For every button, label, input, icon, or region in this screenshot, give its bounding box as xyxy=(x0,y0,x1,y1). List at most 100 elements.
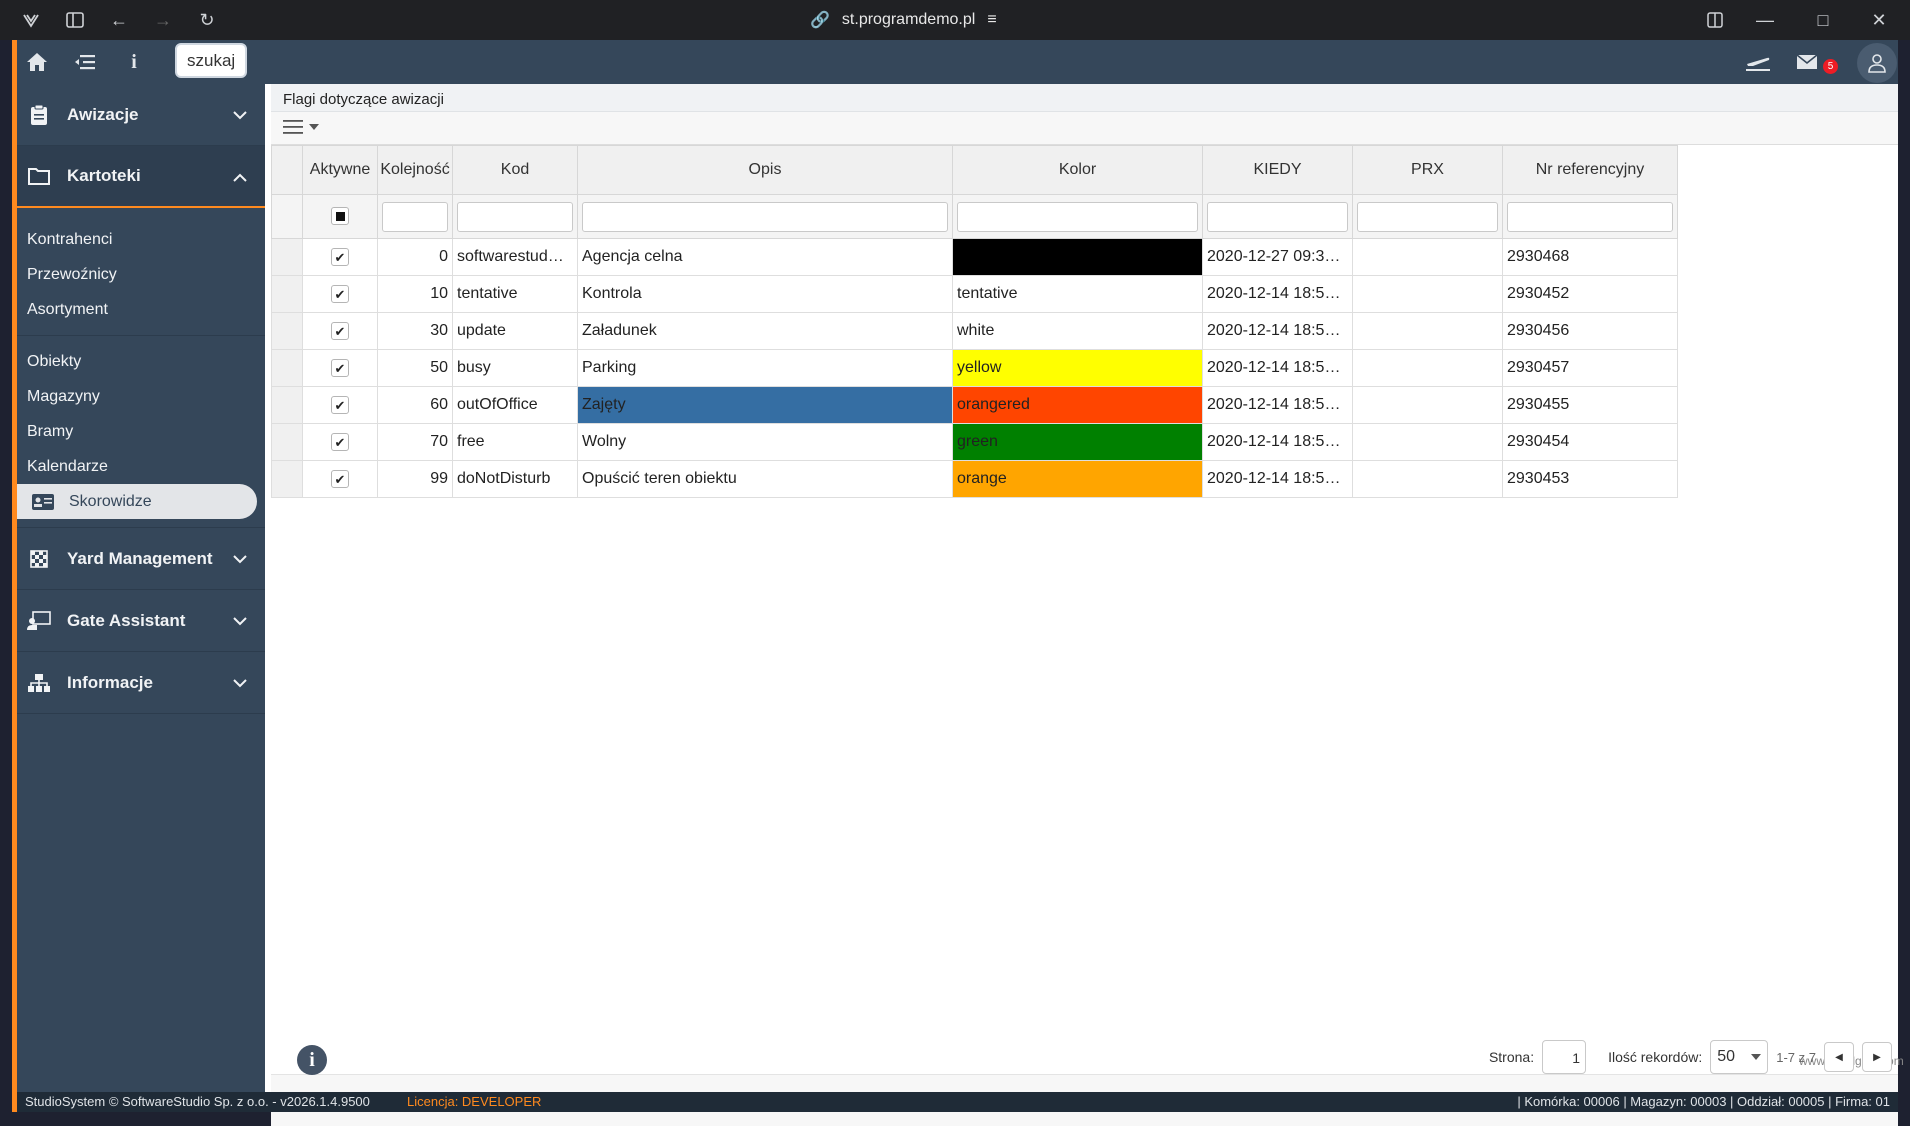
sidebar-item-skorowidze[interactable]: Skorowidze xyxy=(17,484,257,519)
cell-prx[interactable] xyxy=(1352,386,1503,424)
cell-aktywne[interactable]: ✔ xyxy=(302,423,378,461)
row-checkbox[interactable]: ✔ xyxy=(331,395,349,414)
cell-opis[interactable]: Opuścić teren obiektu xyxy=(577,460,953,498)
chevron-up-icon[interactable] xyxy=(227,164,253,190)
cell-prx[interactable] xyxy=(1352,349,1503,387)
cell-aktywne[interactable]: ✔ xyxy=(302,386,378,424)
cell-kod[interactable]: update xyxy=(452,312,578,350)
sidebar-item-asortyment[interactable]: Asortyment xyxy=(17,292,265,327)
table-row[interactable]: ✔ 30 update Załadunek white 2020-12-14 18:56…… xyxy=(271,312,1678,350)
sidebar-item-obiekty[interactable]: Obiekty xyxy=(17,344,265,379)
reload-icon[interactable]: ↻ xyxy=(194,7,220,33)
user-avatar[interactable] xyxy=(1857,43,1897,83)
filter-nr-referencyjny-input[interactable] xyxy=(1507,201,1673,232)
cell-prx[interactable] xyxy=(1352,460,1503,498)
maximize-icon[interactable]: □ xyxy=(1810,7,1836,33)
chevron-down-icon[interactable] xyxy=(227,608,253,634)
cell-kolor[interactable]: tentative xyxy=(952,275,1203,313)
column-header-kod[interactable]: Kod xyxy=(452,145,578,195)
address-bar[interactable]: 🔗 st.programdemo.pl ≡ xyxy=(810,8,997,32)
cell-kod[interactable]: softwarestud… xyxy=(452,238,578,276)
row-gutter[interactable] xyxy=(271,349,303,387)
sidebar-item-magazyny[interactable]: Magazyny xyxy=(17,379,265,414)
split-view-icon[interactable] xyxy=(1702,7,1728,33)
cell-kiedy[interactable]: 2020-12-14 18:51:… xyxy=(1202,275,1353,313)
info-icon[interactable]: i xyxy=(120,49,148,75)
cell-kolejnosc[interactable]: 30 xyxy=(377,312,453,350)
filter-aktywne[interactable] xyxy=(302,194,378,239)
grid-menu-icon[interactable] xyxy=(283,120,319,134)
cell-prx[interactable] xyxy=(1352,423,1503,461)
filter-kiedy-input[interactable] xyxy=(1207,201,1348,232)
cell-opis[interactable]: Wolny xyxy=(577,423,953,461)
cell-opis[interactable]: Załadunek xyxy=(577,312,953,350)
row-gutter[interactable] xyxy=(271,386,303,424)
sidebar-section-kartoteki[interactable]: Kartoteki xyxy=(17,146,265,208)
sidebar-section-informacje[interactable]: Informacje xyxy=(17,652,265,714)
back-icon[interactable]: ← xyxy=(106,7,132,33)
minimize-icon[interactable]: — xyxy=(1752,7,1778,33)
row-checkbox[interactable]: ✔ xyxy=(331,469,349,488)
cell-kod[interactable]: doNotDisturb xyxy=(452,460,578,498)
menu-collapse-icon[interactable] xyxy=(71,49,99,75)
column-header-opis[interactable]: Opis xyxy=(577,145,953,195)
chevron-down-icon[interactable] xyxy=(227,670,253,696)
cell-nr-referencyjny[interactable]: 2930454 xyxy=(1502,423,1678,461)
cell-nr-referencyjny[interactable]: 2930453 xyxy=(1502,460,1678,498)
row-gutter[interactable] xyxy=(271,275,303,313)
sidebar-item-przewoznicy[interactable]: Przewoźnicy xyxy=(17,257,265,292)
mail-icon[interactable] xyxy=(1793,49,1821,75)
table-row[interactable]: ✔ 99 doNotDisturb Opuścić teren obiektu oran… xyxy=(271,460,1678,498)
cell-kod[interactable]: busy xyxy=(452,349,578,387)
column-header-nr-referencyjny[interactable]: Nr referencyjny xyxy=(1502,145,1678,195)
table-row[interactable]: ✔ 60 outOfOffice Zajęty orangered 2020-12-14 … xyxy=(271,386,1678,424)
filter-kolejnosc-input[interactable] xyxy=(382,201,448,232)
filter-prx-input[interactable] xyxy=(1357,201,1498,232)
departures-icon[interactable] xyxy=(1744,49,1772,75)
info-button[interactable]: i xyxy=(297,1045,327,1075)
table-row[interactable]: ✔ 10 tentative Kontrola tentative 2020-12-14 … xyxy=(271,275,1678,313)
cell-kod[interactable]: free xyxy=(452,423,578,461)
cell-opis[interactable]: Agencja celna xyxy=(577,238,953,276)
row-checkbox[interactable]: ✔ xyxy=(331,358,349,377)
sidebar-item-kalendarze[interactable]: Kalendarze xyxy=(17,449,265,484)
sidebar-section-yard-management[interactable]: Yard Management xyxy=(17,528,265,590)
cell-nr-referencyjny[interactable]: 2930457 xyxy=(1502,349,1678,387)
cell-kolor[interactable]: orange xyxy=(952,460,1203,498)
cell-kolor[interactable]: green xyxy=(952,423,1203,461)
column-header-kolor[interactable]: Kolor xyxy=(952,145,1203,195)
cell-kolejnosc[interactable]: 10 xyxy=(377,275,453,313)
sidebar-item-kontrahenci[interactable]: Kontrahenci xyxy=(17,222,265,257)
table-row[interactable]: ✔ 0 softwarestud… Agencja celna 2020-12-27 0… xyxy=(271,238,1678,276)
sidebar-section-gate-assistant[interactable]: Gate Assistant xyxy=(17,590,265,652)
cell-prx[interactable] xyxy=(1352,312,1503,350)
row-gutter[interactable] xyxy=(271,423,303,461)
chevron-down-icon[interactable] xyxy=(227,102,253,128)
row-gutter[interactable] xyxy=(271,460,303,498)
cell-prx[interactable] xyxy=(1352,238,1503,276)
row-gutter[interactable] xyxy=(271,238,303,276)
filter-kod-input[interactable] xyxy=(457,201,573,232)
cell-kolejnosc[interactable]: 50 xyxy=(377,349,453,387)
cell-nr-referencyjny[interactable]: 2930455 xyxy=(1502,386,1678,424)
cell-kod[interactable]: tentative xyxy=(452,275,578,313)
pager-next-button[interactable]: ▶ xyxy=(1862,1042,1892,1072)
column-header-kiedy[interactable]: KIEDY xyxy=(1202,145,1353,195)
cell-kod[interactable]: outOfOffice xyxy=(452,386,578,424)
filter-kolor-input[interactable] xyxy=(957,201,1198,232)
row-checkbox[interactable]: ✔ xyxy=(331,321,349,340)
cell-kolor[interactable] xyxy=(952,238,1203,276)
site-settings-icon[interactable]: ≡ xyxy=(987,11,996,29)
cell-kolor[interactable]: white xyxy=(952,312,1203,350)
cell-kiedy[interactable]: 2020-12-14 18:55… xyxy=(1202,386,1353,424)
cell-kiedy[interactable]: 2020-12-14 18:56… xyxy=(1202,349,1353,387)
sidebar-item-bramy[interactable]: Bramy xyxy=(17,414,265,449)
browser-logo-icon[interactable] xyxy=(18,7,44,33)
row-checkbox[interactable]: ✔ xyxy=(331,432,349,451)
cell-kolejnosc[interactable]: 70 xyxy=(377,423,453,461)
sidebar-section-awizacje[interactable]: Awizacje xyxy=(17,84,265,146)
cell-kolejnosc[interactable]: 99 xyxy=(377,460,453,498)
close-window-icon[interactable]: ✕ xyxy=(1866,7,1892,33)
pager-page-input[interactable]: 1 xyxy=(1542,1040,1587,1074)
pager-prev-button[interactable]: ◀ xyxy=(1824,1042,1854,1072)
